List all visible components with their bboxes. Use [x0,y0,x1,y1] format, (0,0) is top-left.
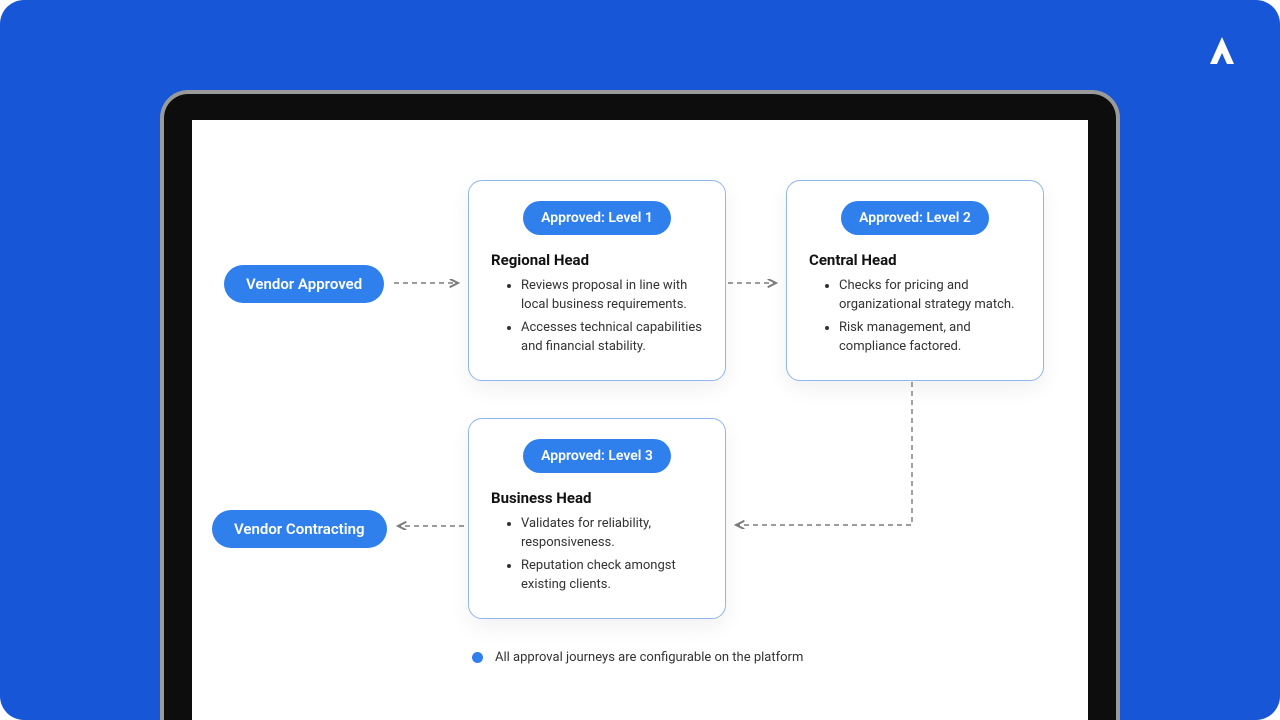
legend: All approval journeys are configurable o… [472,650,803,665]
list-item: Reviews proposal in line with local busi… [521,277,703,315]
list-item: Accesses technical capabilities and fina… [521,319,703,357]
card-level-2: Approved: Level 2 Central Head Checks fo… [786,180,1044,381]
arrow-start-to-level1 [392,275,468,291]
card-level-1: Approved: Level 1 Regional Head Reviews … [468,180,726,381]
bullets-level-1: Reviews proposal in line with local busi… [491,277,703,356]
bullets-level-3: Validates for reliability, responsivenes… [491,515,703,594]
laptop-frame: Vendor Approved Approved: Level 1 Region… [160,90,1120,720]
arrow-level3-to-end [388,518,468,534]
title-level-1: Regional Head [491,251,703,269]
title-level-2: Central Head [809,251,1021,269]
brand-logo-icon [1204,34,1240,74]
badge-level-2: Approved: Level 2 [841,201,989,235]
card-level-3: Approved: Level 3 Business Head Validate… [468,418,726,619]
page-canvas: Vendor Approved Approved: Level 1 Region… [0,0,1280,720]
list-item: Reputation check amongst existing client… [521,557,703,595]
badge-level-1: Approved: Level 1 [523,201,671,235]
legend-dot-icon [472,652,483,663]
node-vendor-approved: Vendor Approved [224,265,384,303]
arrow-level1-to-level2 [726,275,786,291]
node-vendor-contracting: Vendor Contracting [212,510,387,548]
list-item: Checks for pricing and organizational st… [839,277,1021,315]
arrow-level2-to-level3 [726,380,926,540]
badge-level-3: Approved: Level 3 [523,439,671,473]
bullets-level-2: Checks for pricing and organizational st… [809,277,1021,356]
diagram-screen: Vendor Approved Approved: Level 1 Region… [192,120,1088,720]
list-item: Risk management, and compliance factored… [839,319,1021,357]
list-item: Validates for reliability, responsivenes… [521,515,703,553]
title-level-3: Business Head [491,489,703,507]
legend-text: All approval journeys are configurable o… [495,650,803,665]
